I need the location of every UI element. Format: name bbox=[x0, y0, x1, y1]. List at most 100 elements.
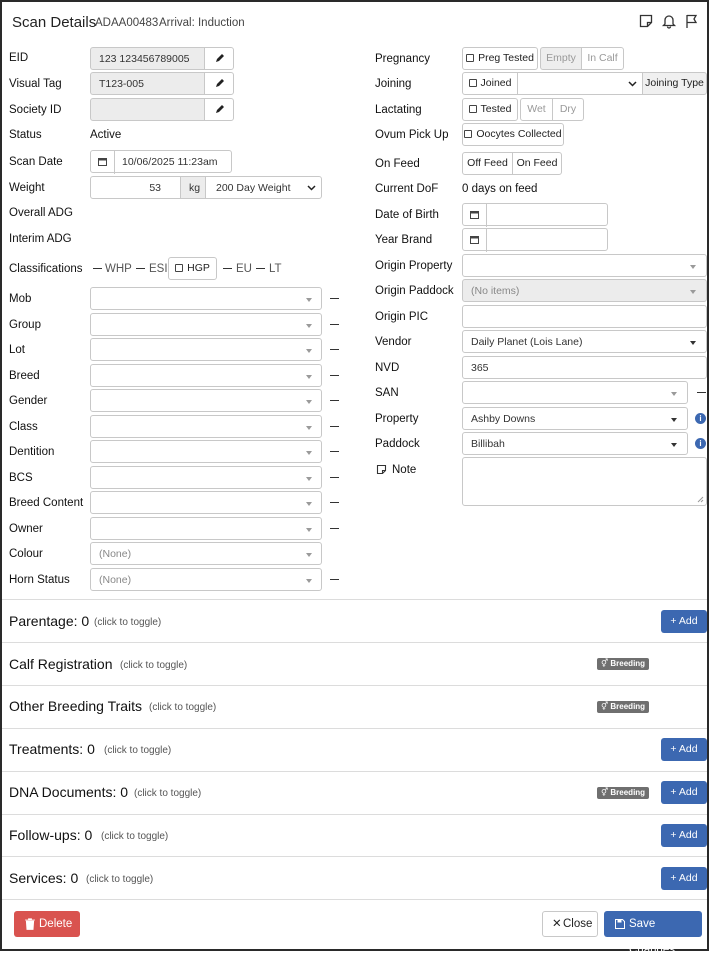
class-select[interactable] bbox=[90, 415, 322, 438]
group-select[interactable] bbox=[90, 313, 322, 336]
origin-property-label: Origin Property bbox=[375, 260, 453, 272]
gender-remove[interactable] bbox=[330, 400, 339, 401]
add-follow-up-button[interactable]: + Add bbox=[661, 824, 707, 847]
section-title: Parentage: 0 bbox=[9, 613, 90, 629]
bell-icon[interactable] bbox=[661, 13, 677, 29]
property-info-icon[interactable]: i bbox=[695, 413, 706, 424]
lactating-dry-option[interactable]: Dry bbox=[552, 98, 584, 121]
society-id-input[interactable] bbox=[90, 98, 206, 121]
gender-select[interactable] bbox=[90, 389, 322, 412]
add-parentage-button[interactable]: + Add bbox=[661, 610, 707, 633]
horn-status-remove[interactable] bbox=[330, 579, 339, 580]
owner-remove[interactable] bbox=[330, 528, 339, 529]
mob-select[interactable] bbox=[90, 287, 322, 310]
origin-property-select[interactable] bbox=[462, 254, 707, 277]
pencil-icon bbox=[216, 54, 224, 62]
add-service-button[interactable]: + Add bbox=[661, 867, 707, 890]
class-label: Class bbox=[9, 421, 38, 433]
breeding-badge: ⚥ Breeding bbox=[597, 787, 649, 799]
class-remove[interactable] bbox=[330, 426, 339, 427]
add-treatment-button[interactable]: + Add bbox=[661, 738, 707, 761]
lot-remove[interactable] bbox=[330, 349, 339, 350]
scan-date-label: Scan Date bbox=[9, 156, 63, 168]
origin-pic-input[interactable] bbox=[462, 305, 707, 328]
class-eu[interactable]: EU bbox=[236, 262, 252, 276]
calendar-icon[interactable] bbox=[463, 229, 487, 252]
oocytes-collected-checkbox[interactable]: Oocytes Collected bbox=[462, 123, 564, 146]
pregnancy-in-calf-option[interactable]: In Calf bbox=[581, 47, 624, 70]
scan-date-input[interactable]: 10/06/2025 11:23am bbox=[90, 150, 232, 174]
class-hgp-checkbox[interactable]: HGP bbox=[168, 257, 217, 280]
san-select[interactable] bbox=[462, 381, 688, 404]
breed-content-select[interactable] bbox=[90, 491, 322, 514]
calendar-icon[interactable] bbox=[91, 151, 115, 174]
origin-paddock-select[interactable]: (No items) bbox=[462, 279, 707, 302]
owner-select[interactable] bbox=[90, 517, 322, 540]
bcs-select[interactable] bbox=[90, 466, 322, 489]
section-toggle-hint: (click to toggle) bbox=[149, 702, 217, 713]
paddock-select[interactable]: Billibah bbox=[462, 432, 688, 455]
lactating-tested-checkbox[interactable]: Tested bbox=[462, 98, 518, 121]
dentition-remove[interactable] bbox=[330, 451, 339, 452]
group-remove[interactable] bbox=[330, 324, 339, 325]
section-title: DNA Documents: 0 bbox=[9, 784, 129, 800]
note-textarea[interactable] bbox=[462, 457, 707, 506]
close-button[interactable]: ✕ Close bbox=[542, 911, 598, 937]
lactating-wet-option[interactable]: Wet bbox=[520, 98, 553, 121]
visual-tag-edit-button[interactable] bbox=[204, 72, 234, 95]
note-icon bbox=[376, 464, 387, 475]
weight-type-select[interactable]: 200 Day Weight bbox=[205, 176, 322, 199]
save-changes-button[interactable]: Save Changes bbox=[604, 911, 702, 956]
paddock-info-icon[interactable]: i bbox=[695, 438, 706, 449]
origin-pic-label: Origin PIC bbox=[375, 311, 429, 323]
san-remove[interactable] bbox=[697, 392, 706, 393]
property-label: Property bbox=[375, 413, 419, 425]
joined-checkbox[interactable]: Joined bbox=[462, 72, 518, 95]
dentition-select[interactable] bbox=[90, 440, 322, 463]
delete-button[interactable]: Delete bbox=[14, 911, 80, 937]
origin-paddock-label: Origin Paddock bbox=[375, 285, 454, 297]
eid-input[interactable]: 123 123456789005 bbox=[90, 47, 206, 70]
off-feed-option[interactable]: Off Feed bbox=[462, 152, 513, 175]
mob-remove[interactable] bbox=[330, 298, 339, 299]
lot-select[interactable] bbox=[90, 338, 322, 361]
breed-select[interactable] bbox=[90, 364, 322, 387]
horn-status-select[interactable]: (None) bbox=[90, 568, 322, 591]
arrival-text: Arrival: Induction bbox=[159, 17, 245, 29]
joining-type-button[interactable]: Joining Type bbox=[642, 72, 707, 95]
year-brand-input[interactable] bbox=[462, 228, 608, 252]
vendor-select[interactable]: Daily Planet (Lois Lane) bbox=[462, 330, 707, 353]
resize-handle-icon[interactable] bbox=[697, 496, 704, 503]
calendar-icon[interactable] bbox=[463, 204, 487, 227]
society-id-edit-button[interactable] bbox=[204, 98, 234, 121]
bcs-remove[interactable] bbox=[330, 477, 339, 478]
breed-remove[interactable] bbox=[330, 375, 339, 376]
section-title: Services: 0 bbox=[9, 870, 79, 886]
preg-tested-checkbox[interactable]: Preg Tested bbox=[462, 47, 538, 70]
add-dna-document-button[interactable]: + Add bbox=[661, 781, 707, 804]
joining-select[interactable] bbox=[517, 72, 643, 95]
breeding-badge: ⚥ Breeding bbox=[597, 658, 649, 670]
pregnancy-empty-option[interactable]: Empty bbox=[540, 47, 582, 70]
overall-adg-label: Overall ADG bbox=[9, 207, 73, 219]
breed-content-remove[interactable] bbox=[330, 502, 339, 503]
eid-edit-button[interactable] bbox=[204, 47, 234, 70]
on-feed-option[interactable]: On Feed bbox=[512, 152, 562, 175]
visual-tag-input[interactable]: T123-005 bbox=[90, 72, 206, 95]
colour-select[interactable]: (None) bbox=[90, 542, 322, 565]
dob-input[interactable] bbox=[462, 203, 608, 227]
pregnancy-label: Pregnancy bbox=[375, 53, 430, 65]
current-dof-label: Current DoF bbox=[375, 183, 439, 195]
animal-id: ADAA00483 bbox=[95, 17, 159, 29]
section-toggle-hint: (click to toggle) bbox=[134, 788, 202, 799]
class-lt[interactable]: LT bbox=[269, 262, 282, 276]
property-select[interactable]: Ashby Downs bbox=[462, 407, 688, 430]
weight-input[interactable]: 53 bbox=[90, 176, 182, 199]
nvd-input[interactable]: 365 bbox=[462, 356, 707, 379]
dob-label: Date of Birth bbox=[375, 209, 439, 221]
on-feed-label: On Feed bbox=[375, 158, 420, 170]
class-whp[interactable]: WHP bbox=[105, 262, 132, 276]
class-esi[interactable]: ESI bbox=[149, 262, 168, 276]
flag-icon[interactable] bbox=[684, 13, 700, 29]
note-icon[interactable] bbox=[638, 13, 654, 29]
